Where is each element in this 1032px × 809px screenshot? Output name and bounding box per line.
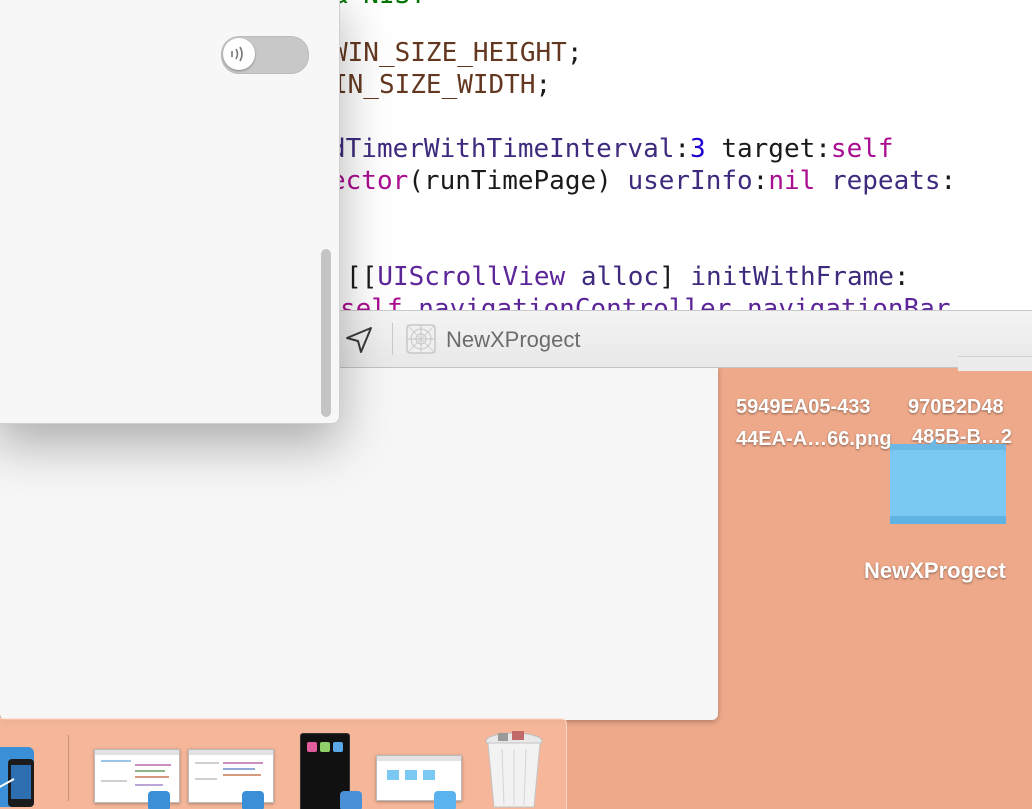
xcode-project-icon bbox=[406, 324, 436, 354]
code-line[interactable]: ector(runTimePage) userInfo:nil repeats: bbox=[330, 166, 956, 196]
code-token: (runTimePage) bbox=[408, 166, 628, 196]
code-line[interactable]: [[UIScrollView alloc] initWithFrame: bbox=[346, 262, 910, 292]
code-line[interactable]: WIN_SIZE_HEIGHT; bbox=[332, 38, 582, 68]
code-token: . bbox=[402, 294, 419, 310]
code-token: : bbox=[674, 134, 691, 164]
wireless-toggle-switch[interactable] bbox=[221, 36, 309, 74]
code-token: self bbox=[340, 294, 403, 310]
code-token: userInfo bbox=[627, 166, 753, 196]
folder-label[interactable]: NewXProgect bbox=[864, 558, 1006, 584]
code-token: dTimerWithTimeInterval bbox=[330, 134, 675, 164]
code-token: & NIST bbox=[332, 0, 426, 10]
code-token: ] bbox=[659, 262, 691, 292]
finder-badge-icon bbox=[434, 791, 456, 809]
xcode-app-icon[interactable] bbox=[0, 739, 42, 809]
window-edge bbox=[958, 356, 1032, 371]
code-token: IN_SIZE_WIDTH bbox=[332, 70, 536, 100]
xcode-badge-icon bbox=[242, 791, 264, 809]
code-line[interactable]: & NIST bbox=[332, 0, 426, 10]
code-line[interactable]: IN_SIZE_WIDTH; bbox=[332, 70, 551, 100]
code-token: ; bbox=[535, 70, 552, 100]
code-token: WIN_SIZE_HEIGHT bbox=[332, 38, 567, 68]
code-line[interactable]: dTimerWithTimeInterval:3 target:self bbox=[330, 134, 894, 164]
code-token: nil bbox=[768, 166, 816, 196]
code-token: navigationController bbox=[418, 294, 732, 310]
code-token: target: bbox=[705, 134, 831, 164]
code-token: navigationBar bbox=[747, 294, 951, 310]
code-token: initWithFrame bbox=[690, 262, 894, 292]
project-breadcrumb[interactable]: NewXProgect bbox=[446, 327, 581, 353]
code-token: ; bbox=[566, 38, 583, 68]
code-token: ector bbox=[330, 166, 409, 196]
folder-icon[interactable] bbox=[888, 432, 1008, 526]
location-arrow-icon[interactable] bbox=[344, 325, 374, 355]
simulator-badge-icon bbox=[340, 791, 362, 809]
code-token: UIScrollView bbox=[377, 262, 566, 292]
code-token: 3 bbox=[690, 134, 706, 164]
code-token: self bbox=[830, 134, 894, 164]
radio-waves-icon bbox=[231, 46, 243, 62]
code-token: : bbox=[893, 262, 910, 292]
code-token: : bbox=[752, 166, 769, 196]
code-token: [[ bbox=[346, 262, 378, 292]
desktop-file-label[interactable]: 970B2D48 bbox=[908, 396, 1004, 419]
code-line[interactable]: self.navigationController.navigationBar bbox=[340, 294, 951, 310]
code-token: repeats bbox=[830, 166, 941, 196]
code-token: alloc bbox=[580, 262, 660, 292]
toggle-knob[interactable] bbox=[223, 38, 255, 70]
settings-popover bbox=[0, 0, 340, 424]
dock bbox=[0, 718, 567, 809]
desktop-file-label[interactable]: 5949EA05-433 bbox=[736, 396, 871, 419]
trash-full-icon[interactable] bbox=[480, 729, 548, 809]
code-token: . bbox=[731, 294, 748, 310]
dock-separator bbox=[68, 735, 69, 801]
desktop-file-label[interactable]: 44EA-A…66.png bbox=[736, 428, 892, 451]
separator bbox=[392, 323, 393, 355]
scrollbar[interactable] bbox=[321, 249, 331, 417]
xcode-badge-icon bbox=[148, 791, 170, 809]
code-token: : bbox=[940, 166, 957, 196]
